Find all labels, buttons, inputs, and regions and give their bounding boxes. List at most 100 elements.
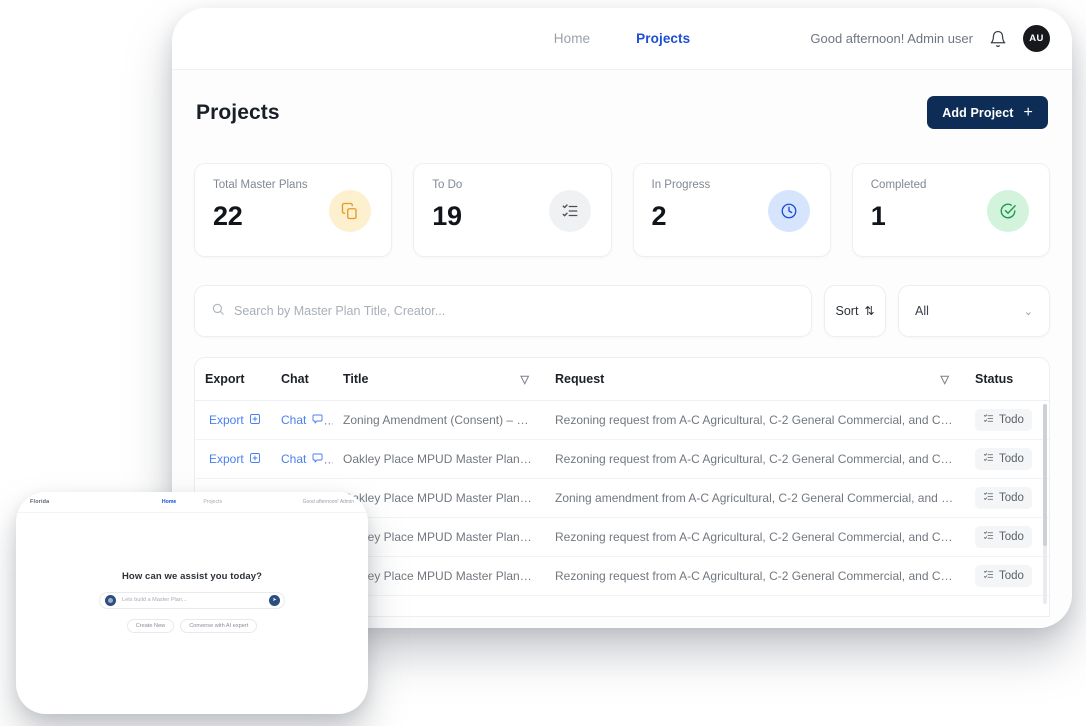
table-scrollbar[interactable]: [1043, 404, 1047, 604]
cell-request: Rezoning request from A-C Agricultural, …: [545, 400, 965, 440]
mini-nav-links: Home Projects: [16, 499, 368, 505]
column-header-request: Request ▽: [545, 358, 965, 401]
chat-link[interactable]: Chat: [281, 413, 323, 428]
status-badge: Todo: [975, 565, 1032, 587]
main-nav-links: Home Projects: [172, 31, 1072, 46]
cell-chat: Chat: [271, 400, 333, 440]
page-header: Projects Add Project +: [194, 96, 1050, 129]
cell-status: Todo: [965, 517, 1049, 557]
status-label: Todo: [999, 453, 1024, 465]
stat-card-completed[interactable]: Completed 1: [851, 163, 1050, 257]
status-badge: Todo: [975, 448, 1032, 470]
message-plus-icon: [311, 452, 323, 467]
cell-export: Export: [195, 439, 271, 479]
cell-title: Oakley Place MPUD Master Planned Un...: [333, 439, 545, 479]
converse-with-ai-expert-button[interactable]: Converse with AI expert: [180, 618, 258, 633]
status-label: Todo: [999, 570, 1024, 582]
stat-cards: Total Master Plans 22 To Do 19 In Progre…: [194, 163, 1050, 257]
sort-label: Sort: [835, 304, 859, 318]
export-link[interactable]: Export: [209, 452, 261, 467]
filter-icon[interactable]: ▽: [941, 373, 949, 386]
stat-card-to-do[interactable]: To Do 19: [413, 163, 612, 257]
screenshot-stage: Home Projects Good afternoon! Admin user…: [0, 0, 1086, 726]
cell-status: Todo: [965, 400, 1049, 440]
status-label: Todo: [999, 414, 1024, 426]
file-download-icon: [249, 452, 261, 467]
cell-request: Rezoning request from A-C Agricultural, …: [545, 517, 965, 557]
checklist-icon: [983, 452, 994, 466]
status-label: Todo: [999, 492, 1024, 504]
checklist-icon: [983, 413, 994, 427]
add-project-label: Add Project: [942, 105, 1014, 120]
column-header-title: Title ▽: [333, 358, 545, 401]
mini-nav-link-projects[interactable]: Projects: [203, 499, 222, 505]
cell-title: Zoning Amendment (Consent) – Oakley...: [333, 400, 545, 440]
cell-chat: Chat: [271, 439, 333, 479]
column-header-chat: Chat: [271, 358, 333, 401]
chat-label: Chat: [281, 413, 307, 427]
nav-link-home[interactable]: Home: [554, 31, 590, 46]
page-title: Projects: [196, 100, 280, 124]
column-header-export: Export: [195, 358, 271, 401]
search-input[interactable]: [234, 304, 795, 318]
mini-prompt-input[interactable]: Lets build a Master Plan... ➤: [99, 591, 285, 609]
status-badge: Todo: [975, 409, 1032, 431]
search-icon: [211, 302, 225, 321]
mini-top-navigation: Florida Home Projects Good afternoon! Ad…: [16, 492, 368, 513]
mini-action-chips: Create New Converse with AI expert: [126, 618, 258, 633]
cell-status: Todo: [965, 439, 1049, 479]
checklist-icon: [548, 190, 591, 232]
clock-icon: [767, 190, 810, 232]
assistant-avatar-icon: [105, 594, 116, 606]
export-label: Export: [209, 452, 244, 466]
cell-export: Export: [195, 400, 271, 440]
column-label: Title: [343, 372, 369, 386]
status-filter-value: All: [915, 304, 929, 318]
column-header-status: Status: [965, 358, 1049, 401]
message-plus-icon: [311, 413, 323, 428]
sort-button[interactable]: Sort ⇅: [824, 285, 886, 337]
checklist-icon: [983, 530, 994, 544]
search-box[interactable]: [194, 285, 812, 337]
chat-label: Chat: [281, 452, 307, 466]
floating-chat-window: Florida Home Projects Good afternoon! Ad…: [16, 492, 368, 714]
column-label: Chat: [281, 372, 309, 386]
nav-link-projects[interactable]: Projects: [636, 31, 690, 46]
mini-nav-link-home[interactable]: Home: [162, 499, 176, 505]
create-new-button[interactable]: Create New: [126, 618, 175, 633]
filter-bar: Sort ⇅ All ⌄: [194, 285, 1050, 337]
status-filter-select[interactable]: All ⌄: [898, 285, 1050, 337]
sort-arrows-icon: ⇅: [864, 304, 875, 318]
chat-link[interactable]: Chat: [281, 452, 323, 467]
export-link[interactable]: Export: [209, 413, 261, 428]
send-icon[interactable]: ➤: [269, 594, 280, 606]
checklist-icon: [983, 569, 994, 583]
copy-documents-icon: [329, 190, 372, 232]
plus-icon: +: [1023, 103, 1033, 121]
column-label: Export: [205, 372, 245, 386]
mini-window-body: How can we assist you today? Lets build …: [16, 513, 368, 714]
table-row[interactable]: Export Chat Oakley Place MPUD Master Plann…: [195, 439, 1049, 479]
chevron-down-icon: ⌄: [1023, 305, 1033, 318]
check-circle-icon: [987, 190, 1029, 232]
stat-card-total-master-plans[interactable]: Total Master Plans 22: [194, 163, 393, 257]
cell-status: Todo: [965, 478, 1049, 518]
stat-card-in-progress[interactable]: In Progress 2: [632, 163, 831, 257]
cell-request: Zoning amendment from A-C Agricultural, …: [545, 478, 965, 518]
table-header-row: Export Chat Title ▽ Request ▽ Status: [195, 358, 1049, 401]
assist-heading: How can we assist you today?: [121, 570, 263, 582]
table-row[interactable]: Export Chat Zoning Amendment (Consent) – O…: [195, 400, 1049, 440]
scrollbar-thumb[interactable]: [1043, 404, 1047, 546]
status-badge: Todo: [975, 526, 1032, 548]
cell-request: Rezoning request from A-C Agricultural, …: [545, 439, 965, 479]
export-label: Export: [209, 413, 244, 427]
add-project-button[interactable]: Add Project +: [927, 96, 1048, 129]
status-badge: Todo: [975, 487, 1032, 509]
status-label: Todo: [999, 531, 1024, 543]
column-label: Status: [975, 372, 1014, 386]
cell-request: Rezoning request from A-C Agricultural, …: [545, 556, 965, 596]
column-label: Request: [555, 372, 605, 386]
top-navigation-bar: Home Projects Good afternoon! Admin user…: [172, 8, 1072, 70]
cell-status: Todo: [965, 556, 1049, 596]
filter-icon[interactable]: ▽: [521, 373, 529, 386]
